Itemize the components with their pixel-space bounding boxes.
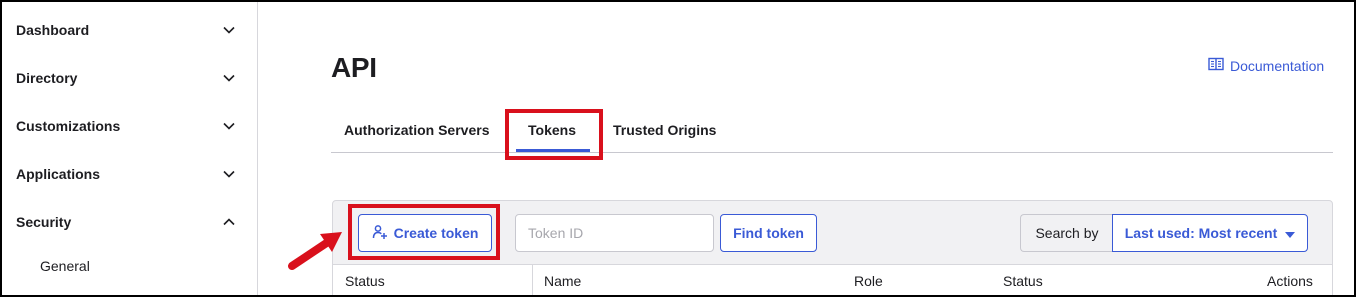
sidebar-item-security[interactable]: Security (2, 198, 256, 246)
sidebar-item-dashboard[interactable]: Dashboard (2, 6, 256, 54)
documentation-link[interactable]: Documentation (1208, 57, 1324, 74)
app-window: Dashboard Directory Customizations Appli… (0, 0, 1356, 297)
column-header-status[interactable]: Status (345, 265, 385, 295)
sidebar-item-applications[interactable]: Applications (2, 150, 256, 198)
sidebar-item-label: Security (16, 214, 72, 230)
tab-trusted-origins[interactable]: Trusted Origins (613, 107, 716, 153)
column-header-role[interactable]: Role (854, 265, 883, 295)
chevron-down-icon (222, 167, 236, 181)
highlight-box-create-token (348, 204, 500, 260)
chevron-down-icon (222, 23, 236, 37)
sort-select[interactable]: Last used: Most recent (1112, 214, 1308, 252)
tokens-table-header: Status Name Role Status Actions (333, 264, 1332, 295)
column-divider (532, 265, 533, 295)
find-token-label: Find token (733, 225, 804, 241)
sort-select-value: Last used: Most recent (1124, 225, 1278, 241)
annotation-arrow-icon (288, 232, 342, 270)
tab-authorization-servers[interactable]: Authorization Servers (344, 107, 489, 153)
chevron-up-icon (222, 215, 236, 229)
sidebar-item-customizations[interactable]: Customizations (2, 102, 256, 150)
column-header-status-2[interactable]: Status (1003, 265, 1043, 295)
find-token-button[interactable]: Find token (720, 214, 817, 252)
sidebar-item-label: Directory (16, 70, 78, 86)
documentation-label: Documentation (1230, 57, 1325, 74)
search-by-label: Search by (1020, 214, 1113, 252)
caret-down-icon (1285, 225, 1296, 241)
sidebar-item-label: Applications (16, 166, 101, 182)
token-id-input[interactable] (515, 214, 714, 252)
sidebar-subitem-general[interactable]: General (40, 258, 90, 274)
book-icon (1208, 57, 1224, 74)
page-title: API (331, 52, 377, 83)
highlight-box-tokens (505, 109, 603, 160)
tab-bar: Authorization Servers Tokens Trusted Ori… (331, 107, 1333, 153)
chevron-down-icon (222, 119, 236, 133)
sidebar: Dashboard Directory Customizations Appli… (2, 2, 258, 295)
column-header-actions: Actions (1267, 273, 1313, 289)
column-header-name[interactable]: Name (544, 265, 581, 295)
sidebar-item-directory[interactable]: Directory (2, 54, 256, 102)
chevron-down-icon (222, 71, 236, 85)
sidebar-item-label: Customizations (16, 118, 121, 134)
sidebar-item-label: Dashboard (16, 22, 90, 38)
